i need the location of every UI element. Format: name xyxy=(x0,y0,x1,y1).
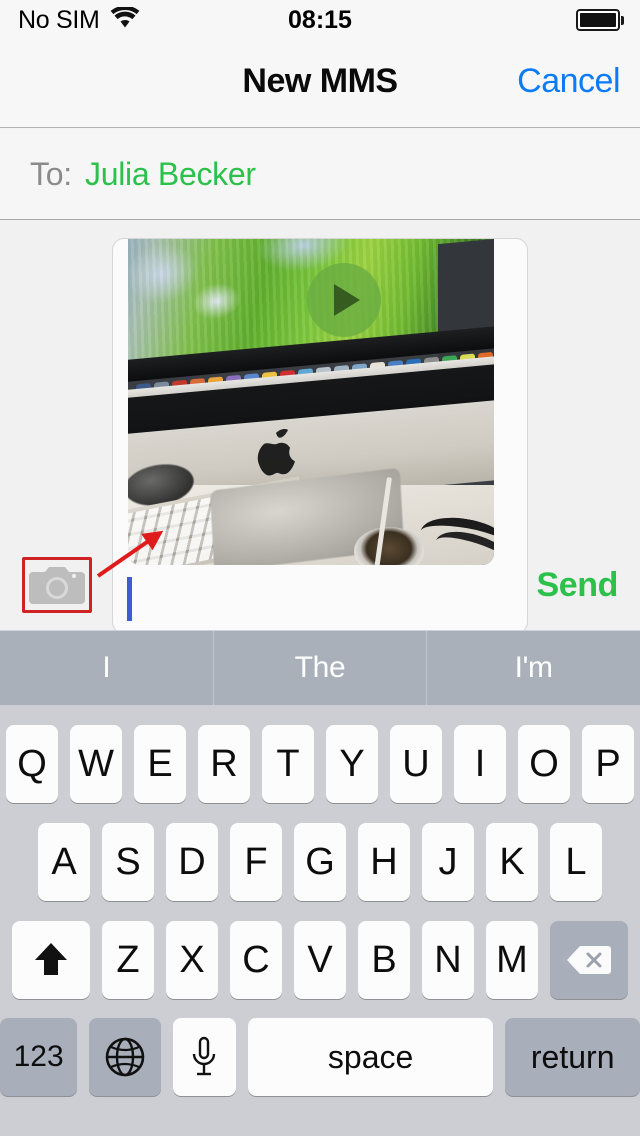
predictive-text-bar: I The I'm xyxy=(0,630,640,705)
key-g[interactable]: G xyxy=(294,823,346,901)
key-y[interactable]: Y xyxy=(326,725,378,803)
key-u[interactable]: U xyxy=(390,725,442,803)
key-w[interactable]: W xyxy=(70,725,122,803)
key-r[interactable]: R xyxy=(198,725,250,803)
key-p[interactable]: P xyxy=(582,725,634,803)
key-k[interactable]: K xyxy=(486,823,538,901)
globe-icon[interactable] xyxy=(89,1018,161,1096)
recipient-field[interactable]: To: Julia Becker xyxy=(0,129,640,220)
key-o[interactable]: O xyxy=(518,725,570,803)
key-v[interactable]: V xyxy=(294,921,346,999)
cancel-button[interactable]: Cancel xyxy=(517,62,620,101)
key-q[interactable]: Q xyxy=(6,725,58,803)
recipient-name[interactable]: Julia Becker xyxy=(85,156,256,193)
key-c[interactable]: C xyxy=(230,921,282,999)
keyboard-row-3: Z X C V B N M xyxy=(0,911,640,1009)
suggestion-1[interactable]: The xyxy=(212,631,427,705)
to-label: To: xyxy=(30,156,72,192)
keyboard-row-1: Q W E R T Y U I O P xyxy=(0,715,640,813)
key-s[interactable]: S xyxy=(102,823,154,901)
camera-icon[interactable] xyxy=(26,561,88,609)
status-bar: No SIM 08:15 xyxy=(0,0,640,40)
key-h[interactable]: H xyxy=(358,823,410,901)
iphone-screen: No SIM 08:15 New MMS Cancel To: Julia Be… xyxy=(0,0,640,1136)
text-cursor xyxy=(127,577,132,621)
onscreen-keyboard: Q W E R T Y U I O P A S D F G H J K L Z … xyxy=(0,705,640,1136)
send-button[interactable]: Send xyxy=(536,566,618,605)
delete-icon[interactable] xyxy=(550,921,628,999)
key-b[interactable]: B xyxy=(358,921,410,999)
return-key[interactable]: return xyxy=(505,1018,640,1096)
key-i[interactable]: I xyxy=(454,725,506,803)
key-f[interactable]: F xyxy=(230,823,282,901)
key-z[interactable]: Z xyxy=(102,921,154,999)
navigation-bar: New MMS Cancel xyxy=(0,40,640,128)
numbers-key[interactable]: 123 xyxy=(0,1018,78,1096)
key-n[interactable]: N xyxy=(422,921,474,999)
key-a[interactable]: A xyxy=(38,823,90,901)
suggestion-0[interactable]: I xyxy=(0,631,213,705)
compose-area: Send xyxy=(0,221,640,634)
key-j[interactable]: J xyxy=(422,823,474,901)
key-l[interactable]: L xyxy=(550,823,602,901)
key-d[interactable]: D xyxy=(166,823,218,901)
battery-icon xyxy=(576,0,624,40)
space-key[interactable]: space xyxy=(247,1018,494,1096)
message-input-bubble[interactable] xyxy=(112,238,528,634)
microphone-icon[interactable] xyxy=(172,1018,236,1096)
key-t[interactable]: T xyxy=(262,725,314,803)
keyboard-row-2: A S D F G H J K L xyxy=(0,813,640,911)
suggestion-2[interactable]: I'm xyxy=(426,631,640,705)
key-e[interactable]: E xyxy=(134,725,186,803)
play-icon[interactable] xyxy=(307,263,381,337)
key-x[interactable]: X xyxy=(166,921,218,999)
shift-icon[interactable] xyxy=(12,921,90,999)
keyboard-row-4: 123 space return xyxy=(0,1009,640,1105)
key-m[interactable]: M xyxy=(486,921,538,999)
clock-label: 08:15 xyxy=(288,5,352,34)
